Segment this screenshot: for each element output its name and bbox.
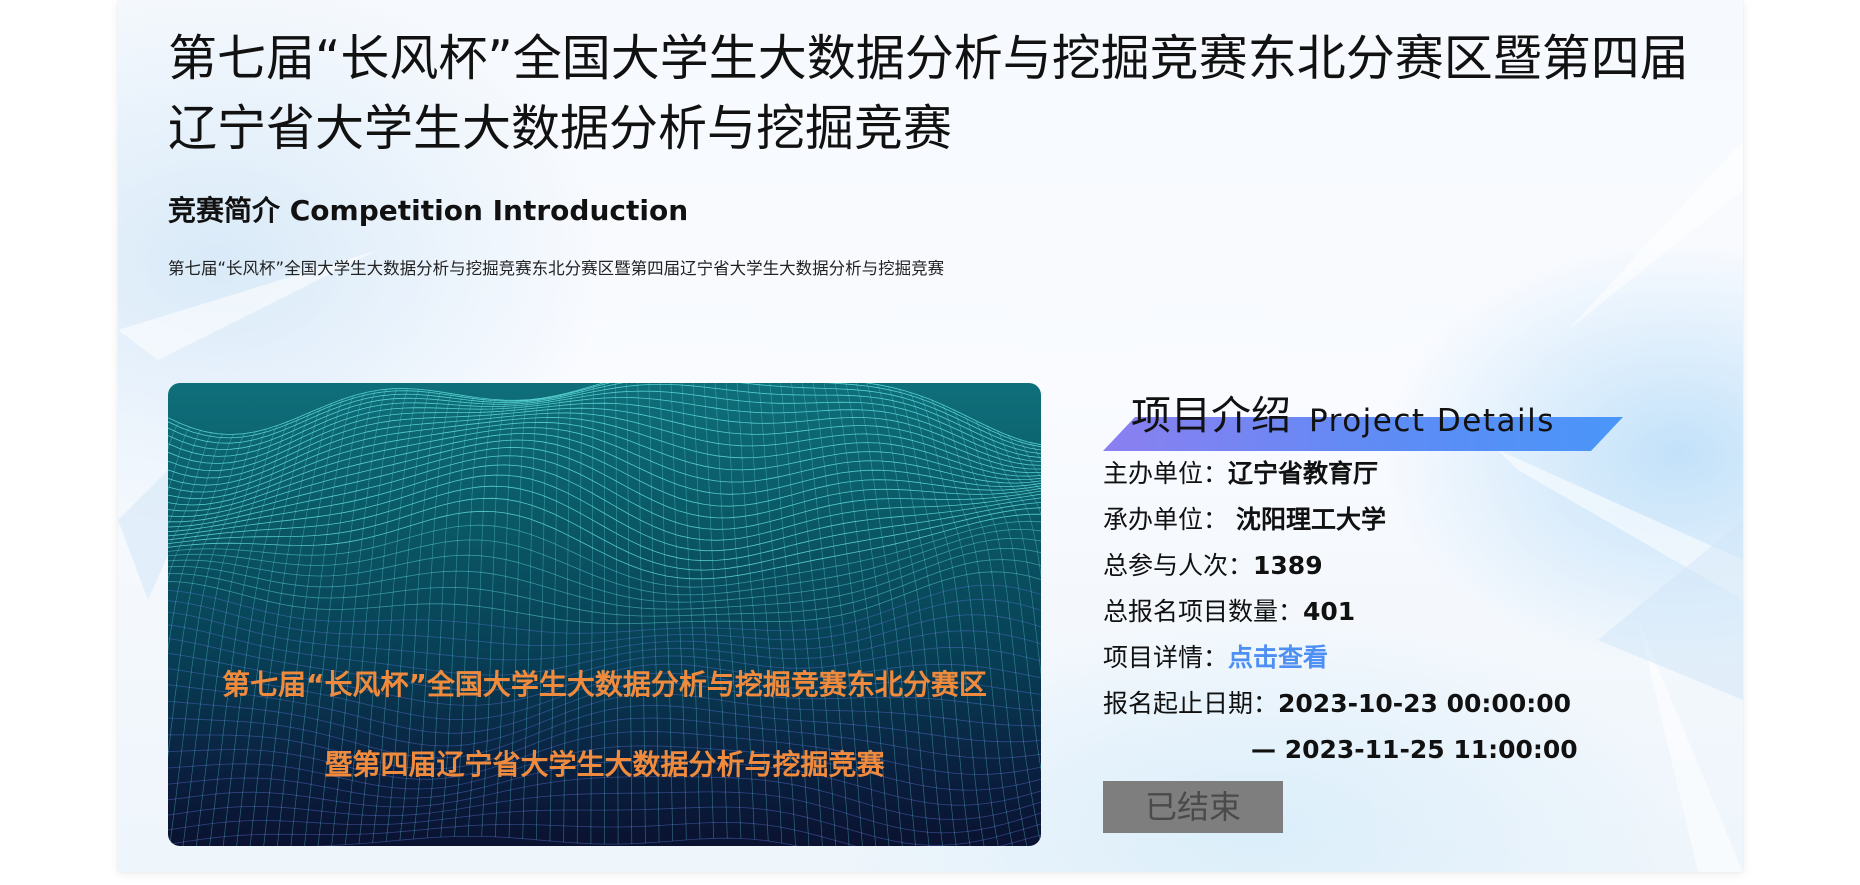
participants-row: 总参与人次：1389 xyxy=(1103,543,1663,589)
page-title: 第七届“长风杯”全国大学生大数据分析与挖掘竞赛东北分赛区暨第四届辽宁省大学生大数… xyxy=(168,30,1689,157)
host-label: 主办单位： xyxy=(1103,459,1229,488)
organizer-value: 沈阳理工大学 xyxy=(1235,505,1386,534)
registration-date-label: 报名起止日期： xyxy=(1103,689,1279,718)
competition-intro-text: 第七届“长风杯”全国大学生大数据分析与挖掘竞赛东北分赛区暨第四届辽宁省大学生大数… xyxy=(168,259,945,278)
competition-page: 第七届“长风杯”全国大学生大数据分析与挖掘竞赛东北分赛区暨第四届辽宁省大学生大数… xyxy=(118,0,1743,872)
project-detail-row: 项目详情：点击查看 xyxy=(1103,635,1663,681)
organizer-label: 承办单位： xyxy=(1103,505,1229,534)
banner-title-line-2: 暨第四届辽宁省大学生大数据分析与挖掘竞赛 xyxy=(324,748,885,781)
competition-ended-button[interactable]: 已结束 xyxy=(1103,781,1283,833)
project-details-heading: 项目介绍 Project Details xyxy=(1103,383,1623,451)
participants-value: 1389 xyxy=(1253,551,1323,580)
organizer-row: 承办单位： 沈阳理工大学 xyxy=(1103,497,1663,543)
competition-intro-heading: 竞赛简介 Competition Introduction xyxy=(168,194,689,227)
registration-end-row: — 2023-11-25 11:00:00 xyxy=(1103,727,1663,773)
registration-date-row: 报名起止日期：2023-10-23 00:00:00 xyxy=(1103,681,1663,727)
projects-label: 总报名项目数量： xyxy=(1103,597,1304,626)
project-details-panel: 项目介绍 Project Details 主办单位：辽宁省教育厅 承办单位： 沈… xyxy=(1103,383,1663,833)
registration-end-date: — 2023-11-25 11:00:00 xyxy=(1251,735,1578,764)
project-details-heading-en: Project Details xyxy=(1309,403,1555,439)
registration-start-date: 2023-10-23 00:00:00 xyxy=(1278,689,1571,718)
banner-title-line-1: 第七届“长风杯”全国大学生大数据分析与挖掘竞赛东北分赛区 xyxy=(222,668,987,701)
project-detail-label: 项目详情： xyxy=(1103,643,1229,672)
projects-value: 401 xyxy=(1303,597,1356,626)
participants-label: 总参与人次： xyxy=(1103,551,1254,580)
host-row: 主办单位：辽宁省教育厅 xyxy=(1103,451,1663,497)
competition-banner-image: 第七届“长风杯”全国大学生大数据分析与挖掘竞赛东北分赛区 暨第四届辽宁省大学生大… xyxy=(168,383,1041,846)
project-details-heading-cn: 项目介绍 xyxy=(1131,393,1291,439)
host-value: 辽宁省教育厅 xyxy=(1228,459,1379,488)
view-details-link[interactable]: 点击查看 xyxy=(1228,643,1328,672)
projects-row: 总报名项目数量：401 xyxy=(1103,589,1663,635)
